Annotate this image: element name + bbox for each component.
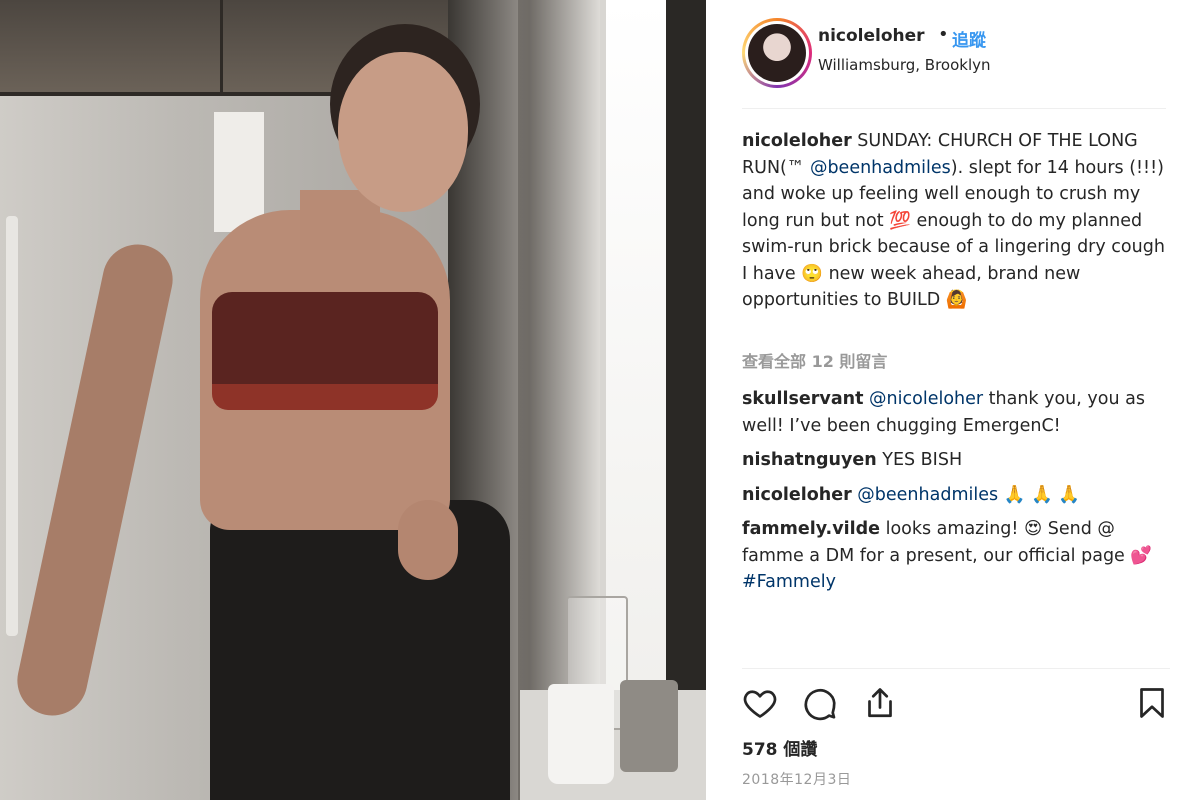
comment-text: YES BISH xyxy=(876,450,963,470)
white-cup xyxy=(548,684,614,784)
comment-username[interactable]: nishatnguyen xyxy=(742,450,877,470)
caption-mention[interactable]: @beenhadmiles xyxy=(810,158,951,178)
comment-item: fammely.vilde looks amazing! 😍 Send @ fa… xyxy=(742,516,1172,596)
bookmark-icon[interactable] xyxy=(1134,685,1170,721)
post-date: 2018年12月3日 xyxy=(742,772,852,788)
share-icon[interactable] xyxy=(862,685,898,721)
post-side-panel: nicoleloher • 追蹤 Williamsburg, Brooklyn … xyxy=(706,0,1200,800)
comment-username[interactable]: nicoleloher xyxy=(742,485,852,505)
person-hand xyxy=(398,500,458,580)
comment-mention[interactable]: @beenhadmiles xyxy=(857,485,998,505)
comment-item: skullservant @nicoleloher thank you, you… xyxy=(742,386,1172,439)
like-count[interactable]: 578 個讚 xyxy=(742,735,817,760)
comment-item: nishatnguyen YES BISH xyxy=(742,447,1172,474)
username-link[interactable]: nicoleloher xyxy=(818,26,925,46)
comment-text: 🙏 🙏 🙏 xyxy=(998,484,1081,505)
view-all-comments-link[interactable]: 查看全部 12 則留言 xyxy=(742,352,1172,372)
person-head xyxy=(338,52,468,212)
location-link[interactable]: Williamsburg, Brooklyn xyxy=(818,56,991,74)
heart-icon[interactable] xyxy=(742,685,778,721)
caption-username[interactable]: nicoleloher xyxy=(742,131,852,151)
post-header: nicoleloher • 追蹤 Williamsburg, Brooklyn xyxy=(742,16,1166,109)
action-bar xyxy=(742,668,1170,735)
person-leggings xyxy=(210,500,510,800)
avatar[interactable] xyxy=(742,18,812,88)
candle-jar xyxy=(620,680,678,772)
caption: nicoleloher SUNDAY: CHURCH OF THE LONG R… xyxy=(742,128,1172,340)
separator-dot: • xyxy=(938,24,949,45)
comment-hashtag[interactable]: #Fammely xyxy=(742,572,836,592)
comment-icon[interactable] xyxy=(802,685,838,721)
follow-button[interactable]: 追蹤 xyxy=(952,26,986,51)
comment-username[interactable]: skullservant xyxy=(742,389,863,409)
post-photo[interactable] xyxy=(0,0,706,800)
sports-bra xyxy=(212,292,438,410)
comments-section: nicoleloher SUNDAY: CHURCH OF THE LONG R… xyxy=(742,128,1172,596)
comment-item: nicoleloher @beenhadmiles 🙏 🙏 🙏 xyxy=(742,482,1172,509)
caption-text-2: ). slept for 14 hours (!!!) and woke up … xyxy=(742,157,1165,311)
comment-mention[interactable]: @nicoleloher xyxy=(869,389,983,409)
fridge-note xyxy=(214,112,264,232)
comment-username[interactable]: fammely.vilde xyxy=(742,519,880,539)
